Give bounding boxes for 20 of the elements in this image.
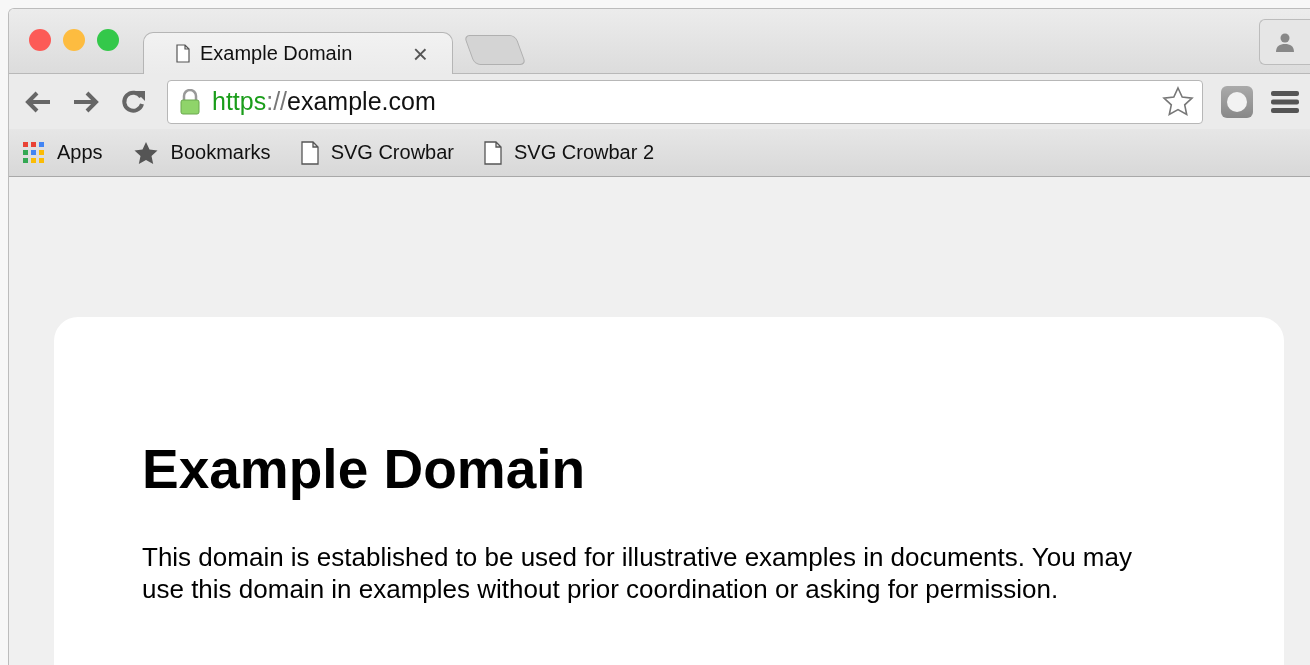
bookmark-item[interactable]: Apps [23,141,103,164]
bookmark-item[interactable]: SVG Crowbar [300,140,454,165]
profile-button[interactable] [1259,19,1310,65]
address-field[interactable]: https://example.com [167,79,1203,124]
paragraph: This domain is established to be used for illustrative examples in documents. You may use this domain in examples without prior coordination or asking for permission. [142,541,1133,605]
bookmark-item[interactable]: Bookmarks [132,140,271,165]
page-icon [176,44,190,63]
close-tab-button[interactable]: × [412,40,428,67]
page-heading: Example Domain [142,437,587,501]
extension-icon[interactable] [1221,85,1253,118]
close-button[interactable] [29,29,51,51]
bookmark-item[interactable]: SVG Crowbar 2 [484,140,655,165]
page-icon [484,140,502,165]
browser-tab[interactable]: Example Domain × [143,32,453,74]
page-icon [300,140,319,165]
star-icon[interactable] [1162,85,1194,118]
zoom-button[interactable] [97,29,119,51]
menu-icon[interactable] [1271,88,1299,115]
apps-grid-icon [23,141,45,164]
star-icon [132,140,159,165]
